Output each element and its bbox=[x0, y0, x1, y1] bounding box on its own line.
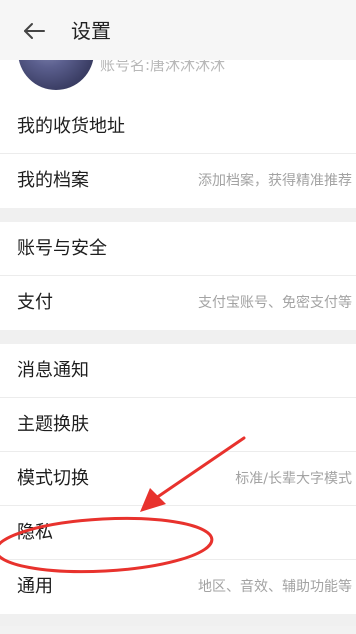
settings-item-payment[interactable]: 支付 支付宝账号、免密支付等 bbox=[0, 276, 356, 330]
settings-item-label: 我的档案 bbox=[17, 170, 89, 191]
settings-item-label: 账号与安全 bbox=[17, 238, 107, 259]
settings-item-general[interactable]: 通用 地区、音效、辅助功能等 bbox=[0, 560, 356, 614]
settings-item-hint: 标准/长辈大字模式 bbox=[235, 471, 352, 487]
profile-card[interactable]: 账号名:唐沐沐沐沐 bbox=[0, 60, 356, 100]
section-divider bbox=[0, 330, 356, 344]
settings-item-my-profile[interactable]: 我的档案 添加档案，获得精准推荐 bbox=[0, 154, 356, 208]
section-divider bbox=[0, 208, 356, 222]
settings-item-hint: 地区、音效、辅助功能等 bbox=[198, 579, 352, 595]
settings-item-theme[interactable]: 主题换肤 bbox=[0, 398, 356, 452]
avatar[interactable] bbox=[18, 60, 94, 90]
settings-item-label: 主题换肤 bbox=[17, 414, 89, 435]
settings-item-privacy[interactable]: 隐私 bbox=[0, 506, 356, 560]
account-name: 账号名:唐沐沐沐沐 bbox=[100, 60, 226, 74]
settings-list: 我的收货地址 我的档案 添加档案，获得精准推荐 账号与安全 支付 支付宝账号、免… bbox=[0, 100, 356, 626]
settings-item-mode-switch[interactable]: 模式切换 标准/长辈大字模式 bbox=[0, 452, 356, 506]
settings-item-label: 通用 bbox=[17, 576, 53, 597]
settings-item-account-security[interactable]: 账号与安全 bbox=[0, 222, 356, 276]
settings-item-label: 消息通知 bbox=[17, 360, 89, 381]
settings-item-notifications[interactable]: 消息通知 bbox=[0, 344, 356, 398]
header-bar: 设置 bbox=[0, 0, 356, 60]
settings-item-hint: 支付宝账号、免密支付等 bbox=[198, 295, 352, 311]
settings-item-label: 我的收货地址 bbox=[17, 116, 125, 137]
settings-item-label: 模式切换 bbox=[17, 468, 89, 489]
settings-item-label: 隐私 bbox=[17, 522, 53, 543]
page-title: 设置 bbox=[71, 19, 111, 43]
settings-item-label: 支付 bbox=[17, 292, 53, 313]
section-divider bbox=[0, 614, 356, 626]
settings-item-hint: 添加档案，获得精准推荐 bbox=[198, 173, 352, 189]
back-button[interactable] bbox=[20, 16, 50, 46]
settings-item-shipping-address[interactable]: 我的收货地址 bbox=[0, 100, 356, 154]
arrow-left-icon bbox=[24, 23, 45, 39]
settings-page: 设置 账号名:唐沐沐沐沐 我的收货地址 我的档案 添加档案，获得精准推荐 账号与… bbox=[0, 0, 356, 634]
